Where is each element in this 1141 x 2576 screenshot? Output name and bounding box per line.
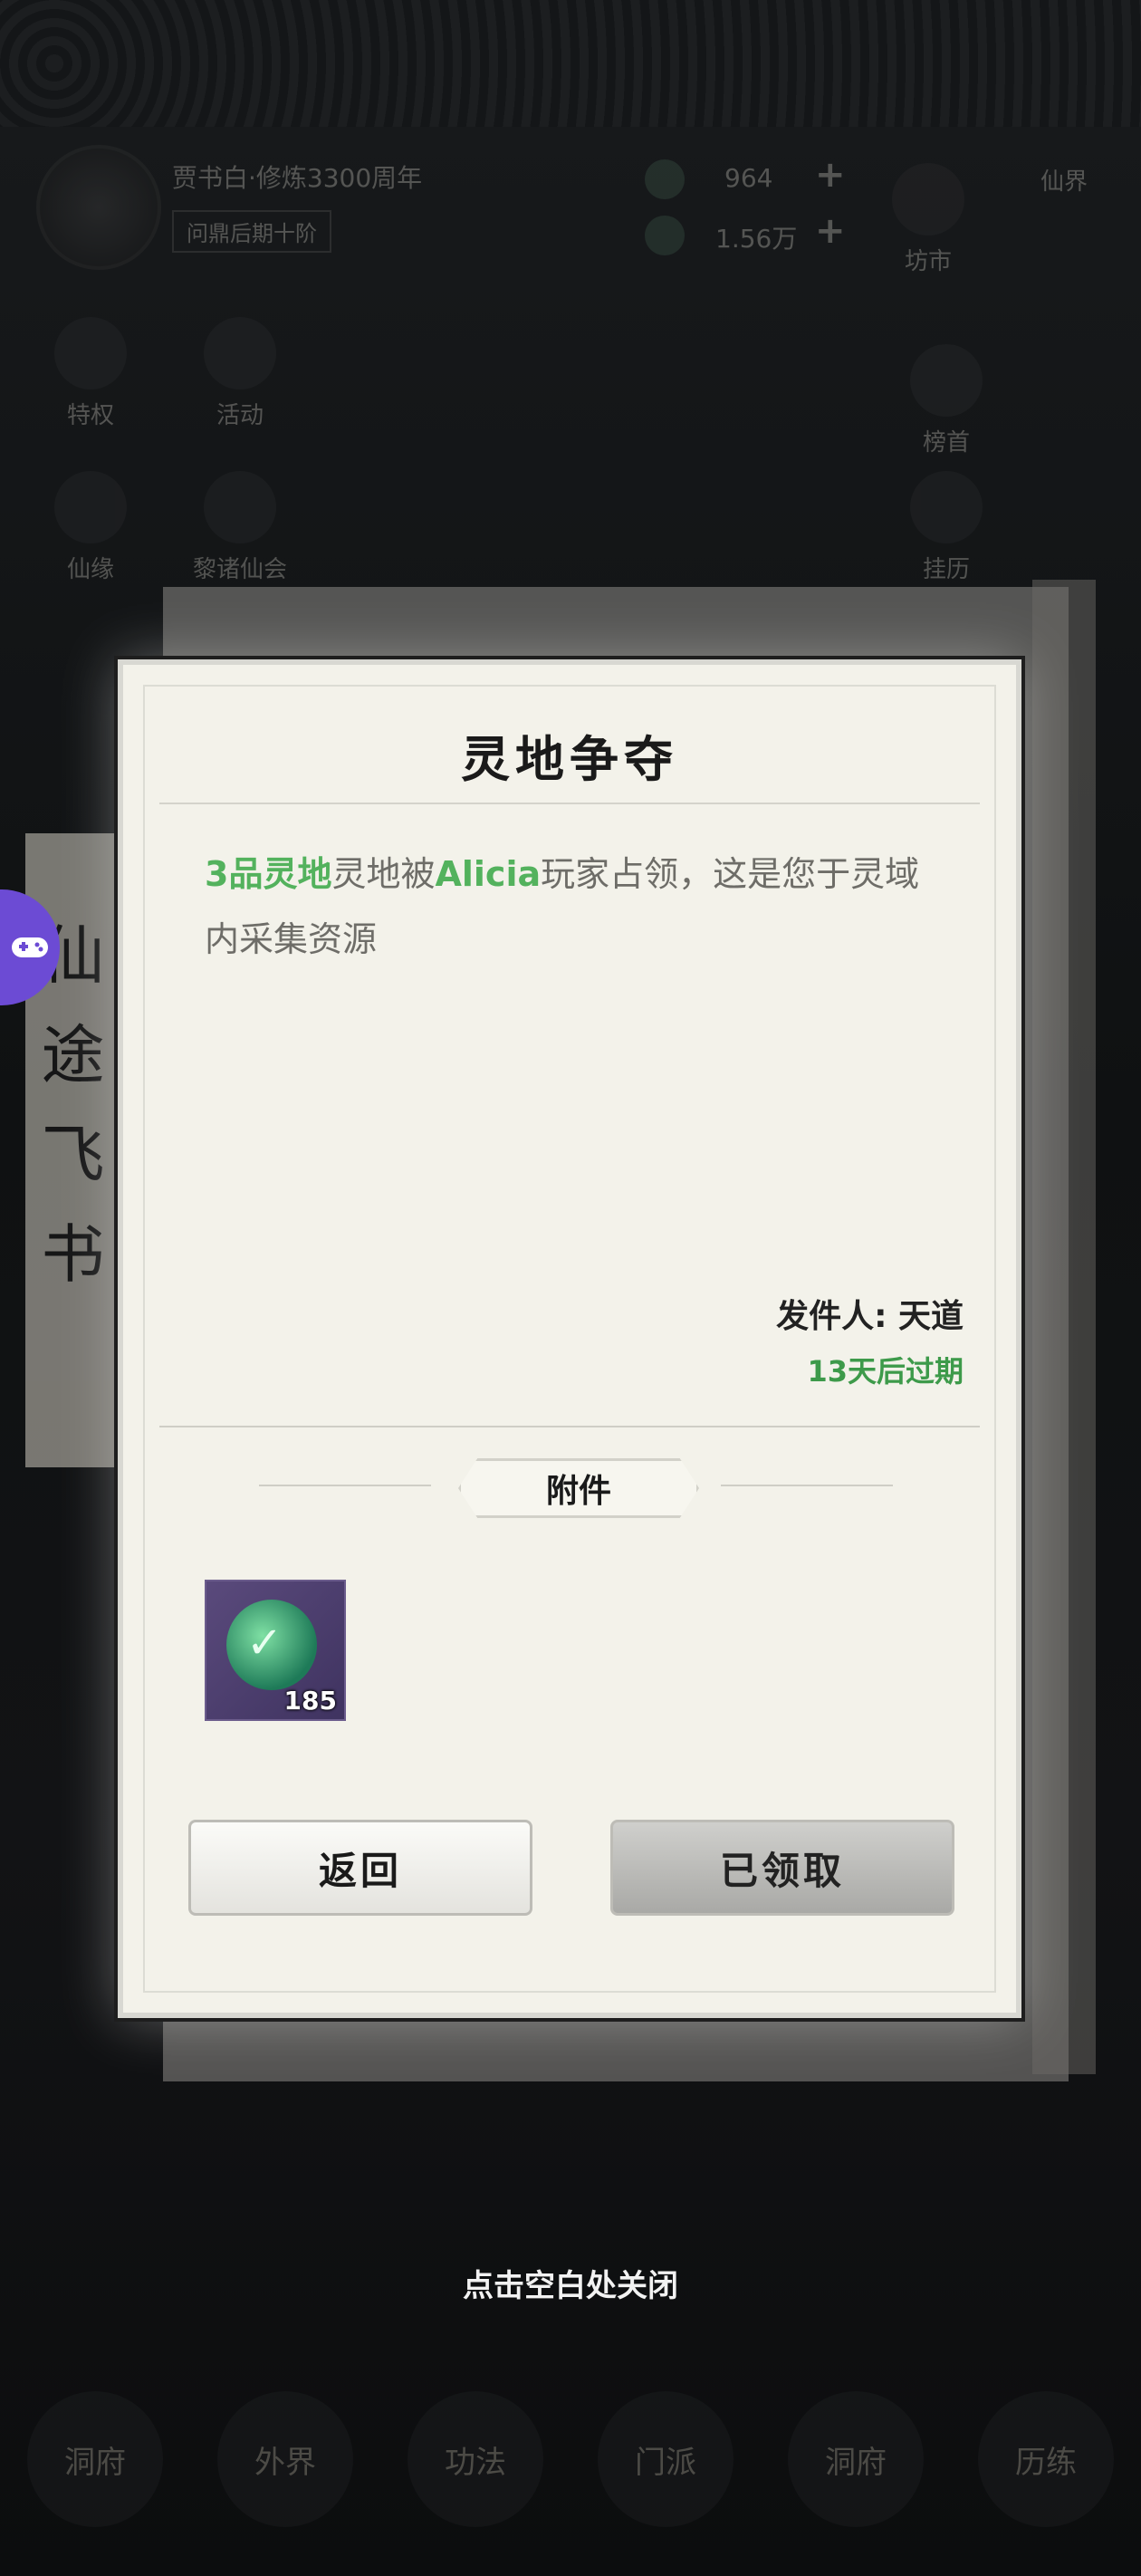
attachment-line-left <box>259 1485 431 1486</box>
gamepad-icon <box>12 937 48 957</box>
calendar-button[interactable]: 挂历 <box>896 471 996 584</box>
mail-sender: 发件人: 天道 <box>776 1298 964 1335</box>
nav-outer-world[interactable]: 外界 <box>217 2391 353 2527</box>
top-pattern-banner <box>0 0 1141 127</box>
dialog-title: 灵地争夺 <box>461 730 678 788</box>
player-realm: 问鼎后期十阶 <box>172 210 331 253</box>
nav-techniques[interactable]: 功法 <box>408 2391 543 2527</box>
immortal-meeting-label: 黎诸仙会 <box>192 556 287 583</box>
world-button[interactable]: 仙界 <box>1014 163 1114 197</box>
mail-expiry: 13天后过期 <box>807 1354 964 1389</box>
immortal-meeting-button[interactable]: 黎诸仙会 <box>190 471 290 584</box>
privilege-button[interactable]: 特权 <box>41 317 140 430</box>
activity-button[interactable]: 活动 <box>190 317 290 430</box>
fate-label: 仙缘 <box>66 556 114 583</box>
right-scroll-tabs <box>1032 580 1096 2074</box>
mail-dialog: 灵地争夺 3品灵地灵地被Alicia玩家占领，这是您于灵域内采集资源 发件人: … <box>118 659 1021 2018</box>
activity-label: 活动 <box>216 402 264 429</box>
back-button[interactable]: 返回 <box>188 1820 532 1916</box>
message-text-1: 灵地被 <box>331 854 436 894</box>
attachment-label: 附件 <box>458 1458 699 1518</box>
ranking-button[interactable]: 榜首 <box>896 344 996 457</box>
attachment-item[interactable]: ✓ 185 <box>205 1580 346 1721</box>
bottom-navigation: 洞府 外界 功法 门派 洞府 历练 <box>0 2391 1141 2554</box>
resource-1-value: 964 <box>724 163 773 193</box>
mail-message: 3品灵地灵地被Alicia玩家占领，这是您于灵域内采集资源 <box>205 841 947 972</box>
close-hint[interactable]: 点击空白处关闭 <box>0 2261 1141 2305</box>
resource-2-add-button[interactable]: + <box>815 210 846 252</box>
item-count: 185 <box>283 1686 337 1716</box>
fate-button[interactable]: 仙缘 <box>41 471 140 584</box>
claimed-button[interactable]: 已领取 <box>610 1820 954 1916</box>
fate-icon <box>54 471 127 543</box>
jade-icon <box>645 216 685 255</box>
title-divider <box>159 803 980 804</box>
privilege-label: 特权 <box>66 402 114 429</box>
nav-cave-dwelling[interactable]: 洞府 <box>27 2391 163 2527</box>
attachment-divider <box>159 1426 980 1427</box>
spirit-stone-icon <box>645 159 685 199</box>
privilege-icon <box>54 317 127 389</box>
nav-sect[interactable]: 门派 <box>598 2391 734 2527</box>
claimed-check-icon: ✓ <box>246 1618 283 1668</box>
player-avatar[interactable] <box>36 145 161 270</box>
world-label: 仙界 <box>1040 168 1088 196</box>
attachment-line-right <box>721 1485 893 1486</box>
shop-button[interactable]: 坊市 <box>878 163 978 276</box>
ranking-label: 榜首 <box>922 429 970 457</box>
shop-label: 坊市 <box>904 248 952 275</box>
shop-icon <box>892 163 964 235</box>
nav-training[interactable]: 历练 <box>978 2391 1114 2527</box>
immortal-meeting-icon <box>204 471 276 543</box>
calendar-label: 挂历 <box>922 556 970 583</box>
resource-2-value: 1.56万 <box>715 224 798 254</box>
nav-mansion[interactable]: 洞府 <box>788 2391 924 2527</box>
message-land-grade: 3品灵地 <box>205 854 332 894</box>
activity-icon <box>204 317 276 389</box>
ranking-icon <box>910 344 983 417</box>
player-name: 贾书白·修炼3300周年 <box>172 163 423 193</box>
resource-1-add-button[interactable]: + <box>815 154 846 196</box>
message-player-name: Alicia <box>435 854 542 894</box>
calendar-icon <box>910 471 983 543</box>
